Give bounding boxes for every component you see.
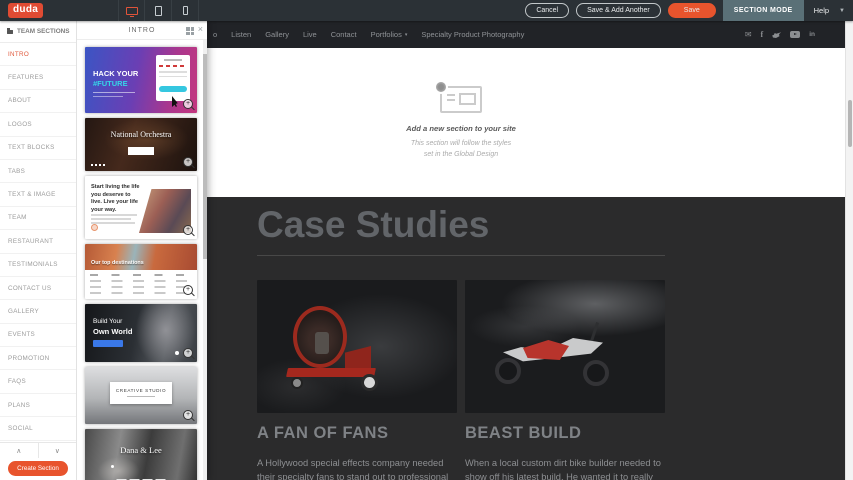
section-mode-badge: SECTION MODE bbox=[723, 0, 804, 21]
scroll-up-button[interactable]: ∧ bbox=[0, 443, 39, 458]
zoom-preview-icon[interactable] bbox=[183, 225, 193, 235]
template-national-orchestra[interactable]: National Orchestra bbox=[85, 118, 197, 171]
cancel-button[interactable]: Cancel bbox=[525, 3, 569, 18]
facebook-icon[interactable]: f bbox=[761, 30, 764, 39]
sidebar-item-faqs[interactable]: FAQS bbox=[0, 370, 76, 393]
save-button[interactable]: Save bbox=[668, 3, 716, 18]
sidebar-item-events[interactable]: EVENTS bbox=[0, 324, 76, 347]
mail-icon[interactable]: ✉ bbox=[745, 30, 752, 39]
card-title: A FAN OF FANS bbox=[257, 424, 457, 443]
sidebar-item-tabs[interactable]: TABS bbox=[0, 160, 76, 183]
card-text: A Hollywood special effects company need… bbox=[257, 456, 457, 480]
duda-logo: duda bbox=[8, 3, 43, 18]
scrollbar-thumb[interactable] bbox=[848, 100, 852, 147]
sidebar-item-logos[interactable]: LOGOS bbox=[0, 113, 76, 136]
app-window: o Listen Gallery Live Contact Portfolios… bbox=[0, 0, 853, 480]
nav-item-live[interactable]: Live bbox=[303, 30, 317, 39]
nav-item-portfolios[interactable]: Portfolios bbox=[371, 30, 402, 39]
nav-item-listen[interactable]: Listen bbox=[231, 30, 251, 39]
bike-image bbox=[465, 280, 665, 413]
panel-title: INTRO bbox=[129, 27, 156, 34]
panel-scrollbar-thumb[interactable] bbox=[203, 54, 207, 259]
zoom-preview-icon[interactable] bbox=[183, 348, 193, 358]
template-build-your-own-world[interactable]: Build Your Own World bbox=[85, 304, 197, 362]
sidebar-item-features[interactable]: FEATURES bbox=[0, 66, 76, 89]
cta-button-preview bbox=[93, 340, 123, 347]
sidebar-item-team[interactable]: TEAM bbox=[0, 207, 76, 230]
close-icon[interactable]: × bbox=[198, 25, 204, 34]
sidebar-item-restaurant[interactable]: RESTAURANT bbox=[0, 230, 76, 253]
save-add-another-button[interactable]: Save & Add Another bbox=[576, 3, 661, 18]
help-menu[interactable]: Help bbox=[814, 6, 829, 15]
chevron-down-icon[interactable]: ▼ bbox=[839, 8, 845, 14]
destinations-table-preview bbox=[85, 270, 197, 294]
play-dot-icon bbox=[91, 224, 98, 231]
card-text: When a local custom dirt bike builder ne… bbox=[465, 456, 665, 480]
zoom-preview-icon[interactable] bbox=[183, 99, 193, 109]
scroll-down-button[interactable]: ∨ bbox=[39, 443, 77, 458]
zoom-preview-icon[interactable] bbox=[183, 285, 193, 295]
sections-sidebar: TEAM SECTIONS INTRO FEATURES ABOUT LOGOS… bbox=[0, 21, 77, 480]
sidebar-item-text-image[interactable]: TEXT & IMAGE bbox=[0, 183, 76, 206]
desktop-view-button[interactable] bbox=[118, 0, 145, 21]
section-wireframe-icon bbox=[440, 86, 482, 113]
sidebar-item-gallery[interactable]: GALLERY bbox=[0, 300, 76, 323]
social-icons: ✉ f in bbox=[745, 21, 815, 48]
divider bbox=[257, 255, 665, 256]
sidebar-header: TEAM SECTIONS bbox=[0, 21, 76, 43]
linkedin-icon[interactable]: in bbox=[809, 31, 815, 38]
nav-item-gallery[interactable]: Gallery bbox=[265, 30, 289, 39]
intro-templates-panel: INTRO × HACK YOUR #FUTURE National Orche… bbox=[77, 21, 207, 480]
case-study-card-fan: A FAN OF FANS A Hollywood special effect… bbox=[257, 280, 457, 480]
placeholder-subtitle: This section will follow the styles set … bbox=[341, 138, 581, 160]
section-title: Case Studies bbox=[257, 204, 665, 246]
mobile-icon bbox=[183, 6, 188, 15]
editor-topbar: duda Cancel Save & Add Another Save SECT… bbox=[0, 0, 853, 21]
sidebar-item-contact-us[interactable]: CONTACT US bbox=[0, 277, 76, 300]
sidebar-item-intro[interactable]: INTRO bbox=[0, 43, 76, 66]
window-scrollbar[interactable] bbox=[845, 21, 853, 480]
sidebar-item-promotion[interactable]: PROMOTION bbox=[0, 347, 76, 370]
tablet-icon bbox=[155, 6, 162, 16]
sidebar-item-testimonials[interactable]: TESTIMONIALS bbox=[0, 254, 76, 277]
folder-icon bbox=[7, 30, 13, 34]
nav-item-contact[interactable]: Contact bbox=[331, 30, 357, 39]
grid-view-icon[interactable] bbox=[186, 27, 194, 35]
add-section-placeholder: Add a new section to your site This sect… bbox=[341, 86, 581, 160]
card-title: BEAST BUILD bbox=[465, 424, 665, 443]
twitter-icon[interactable] bbox=[772, 31, 781, 38]
template-hack-your-future[interactable]: HACK YOUR #FUTURE bbox=[85, 47, 197, 113]
panel-header: INTRO × bbox=[77, 21, 207, 40]
template-list: HACK YOUR #FUTURE National Orchestra bbox=[77, 40, 202, 480]
sidebar-item-plans[interactable]: PLANS bbox=[0, 394, 76, 417]
template-top-destinations[interactable]: Our top destinations bbox=[85, 244, 197, 299]
signup-form-preview bbox=[156, 55, 190, 101]
street-image: Our top destinations bbox=[85, 244, 197, 270]
placeholder-title: Add a new section to your site bbox=[341, 124, 581, 133]
tablet-view-button[interactable] bbox=[145, 0, 172, 21]
zoom-preview-icon[interactable] bbox=[183, 410, 193, 420]
youtube-icon[interactable] bbox=[790, 31, 800, 38]
gear-badge-icon bbox=[434, 80, 448, 94]
case-study-card-bike: BEAST BUILD When a local custom dirt bik… bbox=[465, 280, 665, 480]
sidebar-footer: ∧ ∨ Create Section bbox=[0, 442, 76, 480]
mobile-view-button[interactable] bbox=[172, 0, 199, 21]
template-live-your-way[interactable]: Start living the life you deserve to liv… bbox=[85, 176, 197, 239]
desktop-icon bbox=[126, 7, 138, 15]
preview-button bbox=[128, 147, 154, 155]
sidebar-item-text-blocks[interactable]: TEXT BLOCKS bbox=[0, 137, 76, 160]
nav-item-specialty-product-photography[interactable]: Specialty Product Photography bbox=[421, 30, 524, 39]
template-creative-studio[interactable]: CREATIVE STUDIO bbox=[85, 367, 197, 424]
create-section-button[interactable]: Create Section bbox=[8, 461, 68, 476]
panel-scrollbar[interactable] bbox=[203, 40, 207, 480]
chevron-down-icon: ▾ bbox=[405, 32, 408, 38]
sidebar-item-about[interactable]: ABOUT bbox=[0, 90, 76, 113]
sidebar-item-social[interactable]: SOCIAL bbox=[0, 417, 76, 440]
fan-image bbox=[257, 280, 457, 413]
nav-item-truncated[interactable]: o bbox=[213, 30, 217, 39]
zoom-preview-icon[interactable] bbox=[183, 157, 193, 167]
device-switcher bbox=[118, 0, 199, 21]
template-dana-and-lee[interactable]: Dana & Lee bbox=[85, 429, 197, 480]
